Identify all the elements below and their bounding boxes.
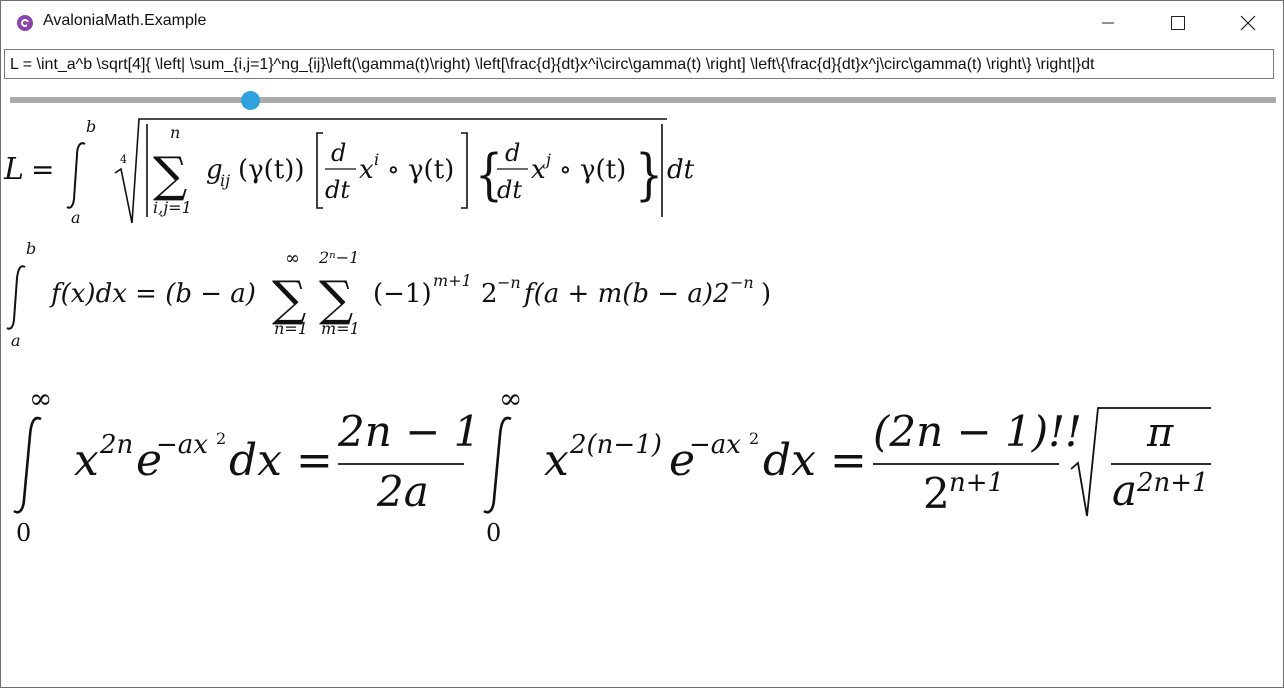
eq3-frac2-den-exp: n+1: [949, 468, 1004, 498]
rendered-math: L = b a 4 n ∑ i,j=1 g ij (γ(t)) d dt x i…: [3, 117, 1211, 547]
eq2-sum1-upper: ∞: [285, 248, 300, 269]
eq3-frac2-num: (2n − 1)!!: [873, 407, 1082, 456]
eq2-neg-one: (−1): [373, 279, 432, 309]
eq1-bracket-left: [316, 132, 323, 209]
slider-thumb[interactable]: [241, 91, 260, 110]
eq2-rest-exp: −n: [730, 273, 754, 292]
avalonia-logo-icon: [17, 15, 33, 31]
eq2-integral-sign: [6, 265, 26, 330]
eq1-xi-sup: i: [374, 150, 379, 169]
eq1-gamma-arg: (γ(t)): [238, 155, 305, 185]
title-bar[interactable]: AvaloniaMath.Example: [1, 1, 1283, 45]
eq1-frac2-num: d: [505, 139, 520, 167]
eq1-frac2-den: dt: [497, 176, 522, 204]
slider-track[interactable]: [10, 97, 1276, 103]
eq1-circ-gamma-2: ∘ γ(t): [559, 155, 626, 185]
eq2-close-paren: ): [761, 279, 771, 309]
eq1-equals: =: [31, 153, 54, 186]
eq1-circ-gamma-1: ∘ γ(t): [387, 155, 454, 185]
eq1-xj: x: [531, 155, 546, 185]
eq1-integral-upper: b: [86, 117, 96, 136]
equation-line-series: b a f(x)dx = (b − a) ∞ ∑ n=1 2ⁿ−1 ∑ m=1 …: [6, 239, 771, 350]
eq2-neg-one-exp: m+1: [433, 271, 472, 290]
eq3-e2-exp-sq: 2: [749, 429, 759, 448]
eq3-dx-equals-2: dx =: [763, 435, 867, 486]
eq1-xi: x: [359, 155, 374, 185]
maximize-button[interactable]: [1155, 1, 1201, 45]
eq1-root-index: 4: [120, 153, 127, 166]
eq3-integral1-lower: 0: [16, 519, 31, 547]
eq3-sqrt-den-exp: 2n+1: [1136, 468, 1209, 498]
eq2-two: 2: [481, 279, 498, 309]
eq1-frac1-num: d: [331, 139, 346, 167]
eq3-e-exp: −ax: [156, 430, 208, 460]
eq3-integral2-lower: 0: [486, 519, 501, 547]
eq1-L: L: [3, 152, 24, 187]
eq3-e2-exp: −ax: [689, 430, 741, 460]
close-icon: [1240, 15, 1256, 31]
eq3-frac1-den: 2a: [376, 467, 429, 516]
eq1-sum-upper: n: [170, 123, 180, 142]
eq3-integral1-sign: [13, 416, 42, 514]
close-button[interactable]: [1225, 1, 1271, 45]
eq3-sqrt-num: π: [1146, 410, 1174, 456]
eq3-sqrt-den: a: [1112, 466, 1137, 515]
eq1-dt: dt: [667, 155, 695, 185]
app-window: AvaloniaMath.Example L = \int_a^b \sqrt[…: [0, 0, 1284, 688]
eq1-sum-sign: ∑: [153, 147, 187, 203]
eq1-bracket-right: [461, 132, 468, 209]
eq3-frac2-den: 2: [923, 469, 950, 518]
eq2-sum2-upper: 2ⁿ−1: [318, 248, 359, 267]
eq3-frac1-num: 2n − 1: [337, 407, 480, 456]
eq2-fx-part: f(x)dx = (b − a): [49, 279, 256, 309]
minimize-icon: [1102, 22, 1114, 24]
eq2-rest: f(a + m(b − a)2: [522, 279, 730, 309]
equation-line-gaussian: ∞ 0 x 2n e −ax 2 dx = 2n − 1 2a ∞ 0 x 2(…: [13, 382, 1211, 547]
eq1-integral-lower: a: [71, 208, 81, 227]
window-title: AvaloniaMath.Example: [43, 12, 207, 29]
eq2-integral-upper: b: [26, 239, 36, 258]
minimize-button[interactable]: [1085, 1, 1131, 45]
eq1-brace-right: }: [635, 143, 663, 207]
maximize-icon: [1171, 16, 1185, 30]
eq1-g-sub: ij: [220, 171, 230, 190]
eq3-dx-equals: dx =: [229, 435, 333, 486]
eq2-sum1-lower: n=1: [274, 319, 308, 338]
eq2-two-exp: −n: [497, 273, 521, 292]
scale-slider[interactable]: [10, 91, 1276, 110]
eq2-sum2-lower: m=1: [321, 319, 360, 338]
eq3-integral2-sign: [483, 416, 512, 514]
eq3-x2: x: [544, 435, 569, 486]
equation-line-length: L = b a 4 n ∑ i,j=1 g ij (γ(t)) d dt x i…: [3, 117, 695, 227]
eq3-x-exp: 2n: [99, 430, 133, 460]
formula-input[interactable]: L = \int_a^b \sqrt[4]{ \left| \sum_{i,j=…: [4, 49, 1274, 79]
eq3-x: x: [74, 435, 99, 486]
eq1-frac1-den: dt: [325, 176, 350, 204]
eq3-integral2-upper: ∞: [499, 382, 522, 415]
eq1-sum-lower: i,j=1: [153, 198, 192, 217]
eq3-integral1-upper: ∞: [29, 382, 52, 415]
eq2-integral-lower: a: [11, 331, 21, 350]
eq3-x2-exp: 2(n−1): [569, 430, 662, 460]
eq3-e-exp-sq: 2: [216, 429, 226, 448]
eq3-radical-sign: [1070, 407, 1211, 517]
eq1-integral-sign: [66, 142, 86, 209]
